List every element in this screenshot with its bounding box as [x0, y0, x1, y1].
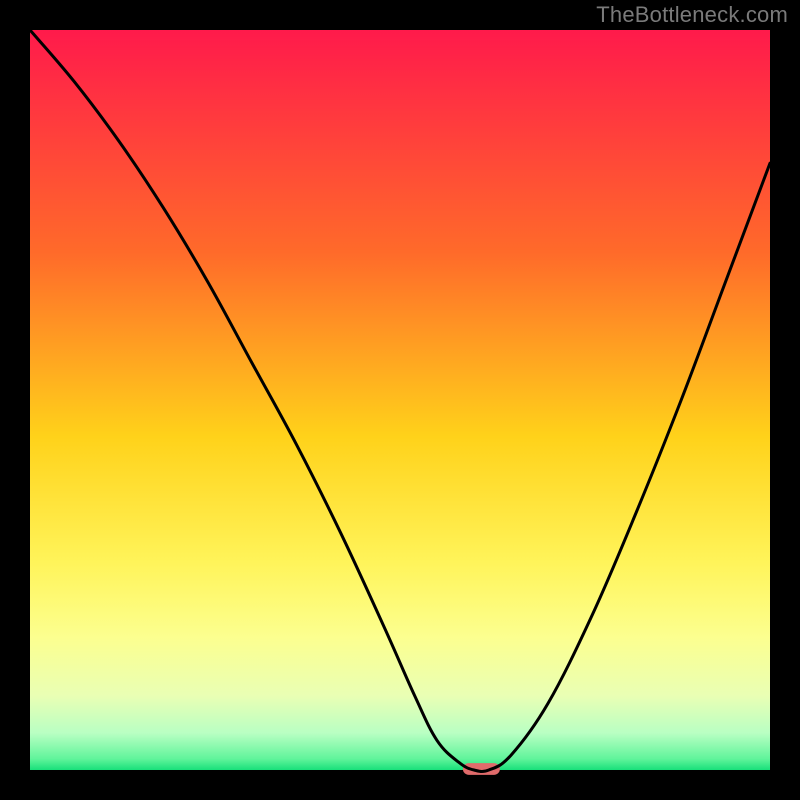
watermark-text: TheBottleneck.com: [596, 2, 788, 28]
plot-background: [30, 30, 770, 770]
chart-frame: TheBottleneck.com: [0, 0, 800, 800]
bottleneck-chart: [0, 0, 800, 800]
